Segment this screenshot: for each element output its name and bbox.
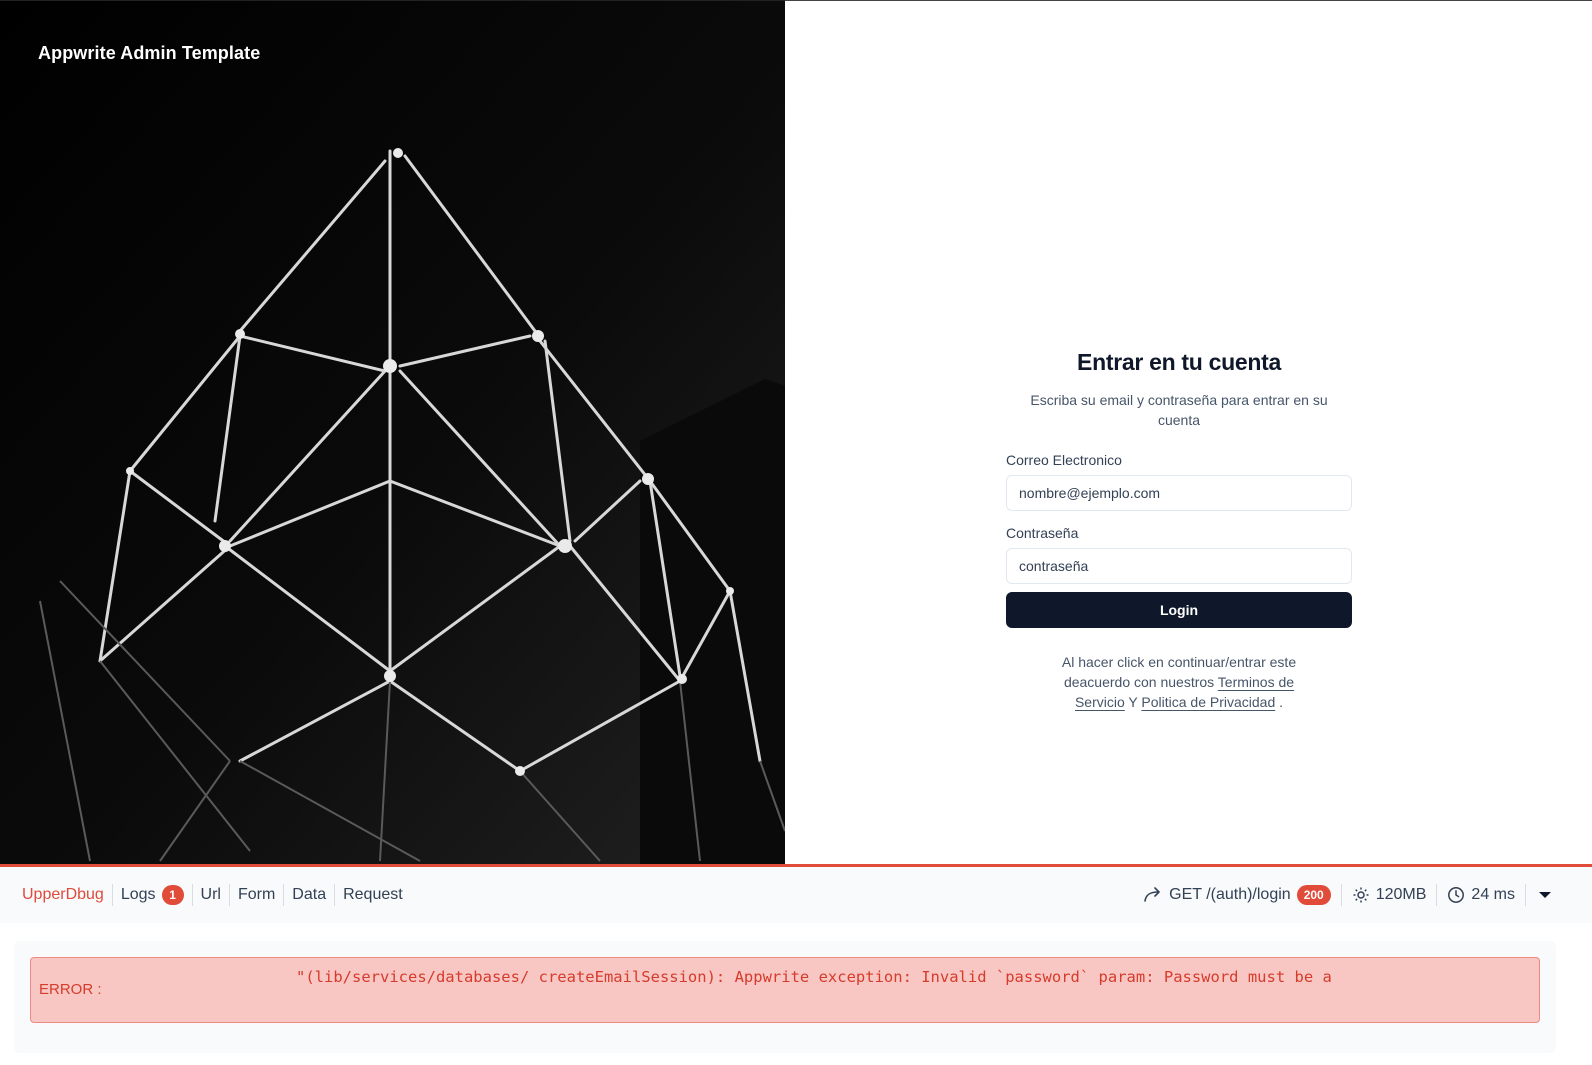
login-title: Entrar en tu cuenta	[1077, 349, 1281, 375]
log-panel: ERROR : "(lib/services/databases/ create…	[14, 941, 1556, 1053]
tab-data[interactable]: Data	[283, 884, 334, 906]
error-message: "(lib/services/databases/ createEmailSes…	[296, 968, 1332, 986]
clock-icon	[1448, 887, 1465, 903]
gear-icon	[1353, 887, 1369, 903]
tab-logs[interactable]: Logs 1	[111, 884, 192, 906]
hero-structure-image	[0, 1, 785, 866]
duration-value: 24 ms	[1471, 886, 1515, 903]
terms-suffix: .	[1275, 694, 1284, 710]
email-field[interactable]	[1006, 475, 1352, 511]
error-label: ERROR :	[39, 981, 102, 998]
status-code-badge: 200	[1296, 885, 1331, 905]
tab-form[interactable]: Form	[228, 884, 283, 906]
login-panel: Entrar en tu cuenta Escriba su email y c…	[785, 0, 1592, 866]
debug-collapse-toggle[interactable]	[1525, 884, 1552, 906]
tab-url[interactable]: Url	[191, 884, 229, 906]
terms-text: Al hacer click en continuar/entrar este …	[1049, 652, 1309, 712]
request-info: GET /(auth)/login 200	[1133, 884, 1341, 906]
password-field[interactable]	[1006, 548, 1352, 584]
error-log-entry: ERROR : "(lib/services/databases/ create…	[30, 957, 1540, 1023]
request-duration: 24 ms	[1436, 884, 1525, 906]
request-route: GET /(auth)/login	[1169, 886, 1291, 903]
email-label: Correo Electronico	[1006, 452, 1122, 468]
app-brand-title: Appwrite Admin Template	[38, 43, 261, 63]
tab-logs-label: Logs	[120, 886, 156, 903]
caret-down-icon	[1539, 892, 1551, 898]
privacy-policy-link[interactable]: Politica de Privacidad	[1141, 694, 1275, 710]
debug-brand[interactable]: UpperDbug	[22, 884, 112, 906]
login-button[interactable]: Login	[1006, 592, 1352, 628]
tab-request[interactable]: Request	[334, 884, 411, 906]
memory-value: 120MB	[1375, 886, 1427, 903]
hero-image-panel: Appwrite Admin Template	[0, 0, 785, 866]
debug-toolbar: UpperDbug Logs 1 Url Form Data Request G…	[0, 867, 1592, 923]
memory-usage: 120MB	[1340, 884, 1437, 906]
terms-and: Y	[1124, 694, 1142, 710]
password-label: Contraseña	[1006, 525, 1079, 541]
logs-count-badge: 1	[161, 885, 184, 905]
login-subtitle: Escriba su email y contraseña para entra…	[1030, 392, 1328, 428]
debug-bar: UpperDbug Logs 1 Url Form Data Request G…	[0, 864, 1592, 1065]
login-form: Entrar en tu cuenta Escriba su email y c…	[1006, 349, 1352, 712]
redirect-arrow-icon	[1144, 887, 1160, 902]
